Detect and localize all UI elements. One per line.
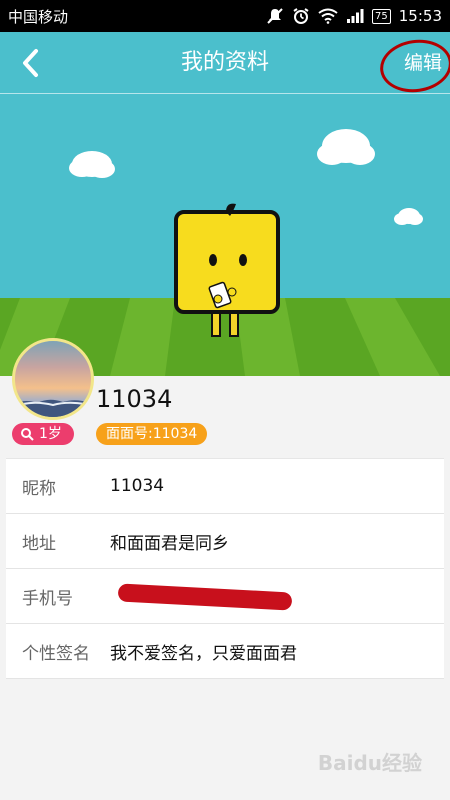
signal-icon	[346, 8, 364, 24]
info-row-address: 地址 和面面君是同乡	[6, 514, 444, 569]
id-badge: 面面号:11034	[96, 423, 208, 445]
info-row-nickname: 昵称 11034	[6, 459, 444, 514]
clock: 15:53	[398, 7, 442, 25]
info-label: 昵称	[22, 478, 56, 499]
info-label: 个性签名	[22, 643, 90, 664]
info-value: 11034	[110, 476, 165, 496]
avatar[interactable]	[12, 338, 94, 420]
info-value: 我不爱签名，只爱面面君	[110, 643, 297, 664]
info-row-phone: 手机号	[6, 569, 444, 624]
age-badge: 1岁	[12, 423, 74, 445]
profile-banner	[0, 94, 450, 376]
profile-info-list: 昵称 11034 地址 和面面君是同乡 手机号 个性签名 我不爱签名，只爱面面君	[6, 458, 444, 679]
battery-icon: 75	[372, 8, 391, 24]
profile-nickname: 11034	[96, 385, 173, 413]
banner-illustration	[0, 94, 450, 376]
wifi-icon	[318, 8, 338, 24]
redaction-mark	[117, 583, 293, 611]
age-value: 1岁	[39, 426, 62, 442]
info-label: 地址	[22, 533, 56, 554]
avatar-image	[15, 399, 91, 417]
info-row-signature: 个性签名 我不爱签名，只爱面面君	[6, 624, 444, 679]
status-bar: 中国移动 75 15:53	[0, 0, 450, 32]
female-icon	[21, 428, 34, 441]
alarm-icon	[292, 7, 310, 25]
watermark: Baidu经验	[317, 751, 422, 775]
carrier-name: 中国移动	[8, 7, 69, 26]
mute-icon	[266, 7, 284, 25]
info-value: 和面面君是同乡	[110, 533, 229, 554]
info-label: 手机号	[22, 588, 73, 609]
